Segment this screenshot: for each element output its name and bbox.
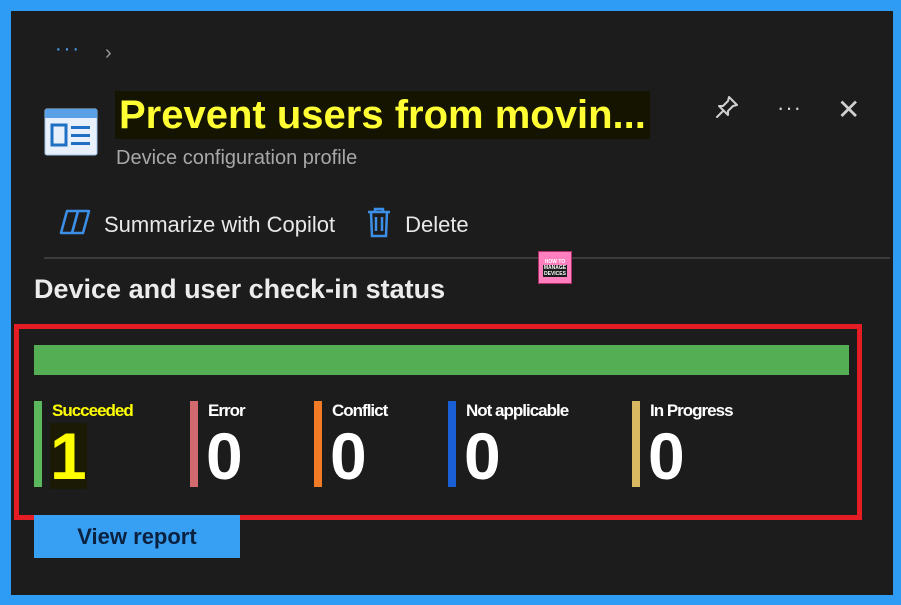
- summarize-copilot-button[interactable]: Summarize with Copilot: [58, 207, 335, 243]
- status-progress-bar: [34, 345, 849, 375]
- config-profile-icon: [44, 108, 98, 156]
- page-subtitle: Device configuration profile: [116, 147, 358, 169]
- close-icon[interactable]: ✕: [837, 93, 860, 126]
- divider: [44, 257, 890, 259]
- status-count: 0: [206, 419, 243, 493]
- command-bar: Summarize with Copilot Delete: [58, 206, 469, 244]
- status-count: 0: [464, 419, 501, 493]
- status-color-stripe: [632, 401, 640, 487]
- breadcrumb: ··· ›: [55, 39, 112, 65]
- status-label: In Progress: [650, 401, 734, 420]
- how-to-manage-devices-logo: HOW TO MANAGE DEVICES: [538, 251, 572, 284]
- status-count: 0: [648, 419, 685, 493]
- delete-button[interactable]: Delete: [365, 206, 469, 244]
- status-color-stripe: [34, 401, 42, 487]
- copilot-icon: [58, 207, 92, 243]
- view-report-button[interactable]: View report: [34, 515, 240, 558]
- status-label: Not applicable: [466, 401, 569, 420]
- breadcrumb-more-button[interactable]: ···: [55, 39, 81, 59]
- chevron-right-icon: ›: [104, 42, 112, 64]
- section-title: Device and user check-in status: [34, 274, 446, 304]
- status-color-stripe: [314, 401, 322, 487]
- more-icon[interactable]: ···: [777, 95, 802, 121]
- status-count: 1: [50, 419, 87, 493]
- status-label: Conflict: [332, 401, 388, 420]
- page-title: Prevent users from movin...: [115, 91, 650, 139]
- status-count: 0: [330, 419, 367, 493]
- status-label: Succeeded: [52, 401, 134, 420]
- delete-label: Delete: [405, 212, 469, 237]
- status-color-stripe: [448, 401, 456, 487]
- trash-icon: [365, 206, 393, 244]
- status-label: Error: [208, 401, 246, 420]
- summarize-copilot-label: Summarize with Copilot: [104, 212, 336, 237]
- status-color-stripe: [190, 401, 198, 487]
- pin-icon[interactable]: [713, 93, 741, 126]
